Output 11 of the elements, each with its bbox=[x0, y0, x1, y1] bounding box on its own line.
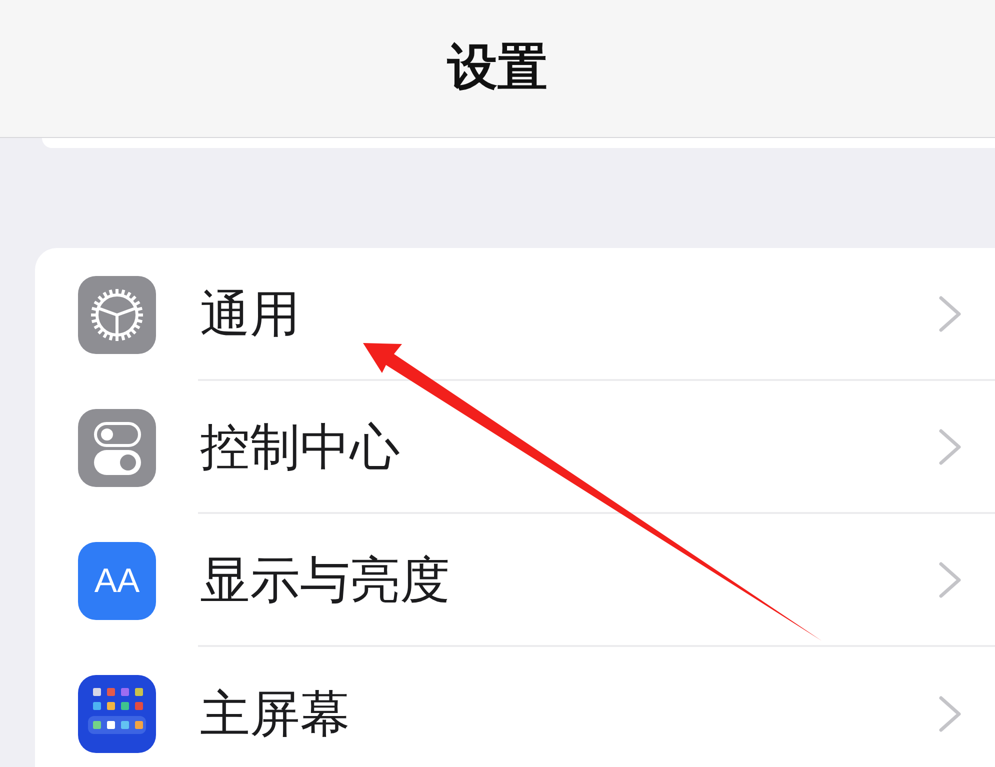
settings-item[interactable]: AA 显示与亮度 bbox=[35, 514, 995, 647]
app-grid-icon bbox=[78, 674, 156, 752]
settings-item[interactable]: 主屏幕 bbox=[35, 647, 995, 767]
chevron-right-icon bbox=[938, 428, 962, 466]
chevron-right-icon bbox=[938, 560, 962, 598]
gear-icon bbox=[78, 276, 156, 354]
toggles-icon bbox=[78, 408, 156, 486]
page-title: 设置 bbox=[448, 42, 548, 96]
chevron-right-icon bbox=[938, 694, 962, 732]
text-size-icon: AA bbox=[78, 542, 156, 620]
chevron-right-icon bbox=[938, 294, 962, 332]
